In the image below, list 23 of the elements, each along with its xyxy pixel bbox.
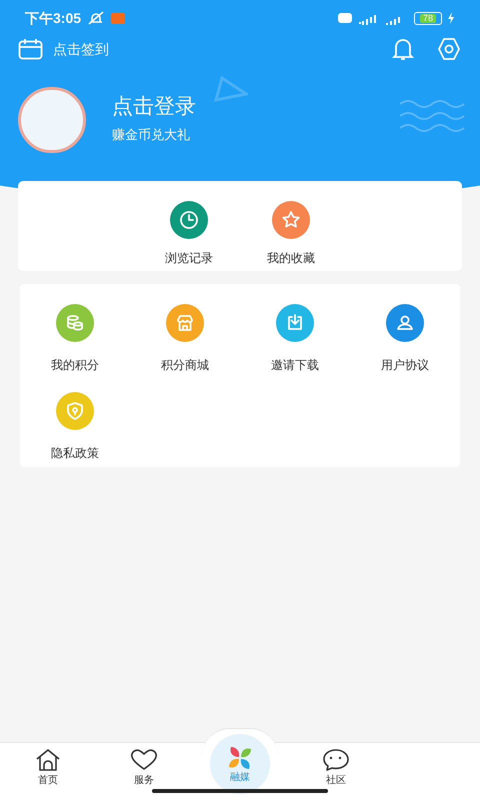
status-time: 下午3:05 [25,8,82,28]
heart-icon [129,748,159,772]
login-subtitle: 赚金币兑大礼 [112,126,191,144]
calendar-icon [18,38,43,60]
menu-item[interactable]: 隐私政策 [20,392,130,462]
quick-link[interactable]: 浏览记录 [158,201,220,271]
menu-item[interactable]: 我的积分 [20,304,130,374]
tab-item[interactable]: 首页 [0,742,96,800]
center-tab-label: 融媒 [230,772,250,784]
tab-item[interactable]: 社区 [288,742,384,800]
settings-icon[interactable] [436,37,462,61]
menu-item[interactable]: 用户协议 [350,304,460,374]
chat-face-icon [321,748,351,772]
app-notification-icon [111,12,126,24]
home-icon [34,748,62,772]
charging-icon [447,12,455,24]
tab-item[interactable]: 服务 [96,742,192,800]
notification-muted-icon [87,11,106,25]
notification-bell-icon[interactable] [392,37,414,61]
menu-item[interactable]: 邀请下载 [240,304,350,374]
menu-item[interactable]: 积分商城 [130,304,240,374]
quick-link[interactable]: 我的收藏 [260,201,322,271]
triangle-decoration-icon [214,76,248,102]
